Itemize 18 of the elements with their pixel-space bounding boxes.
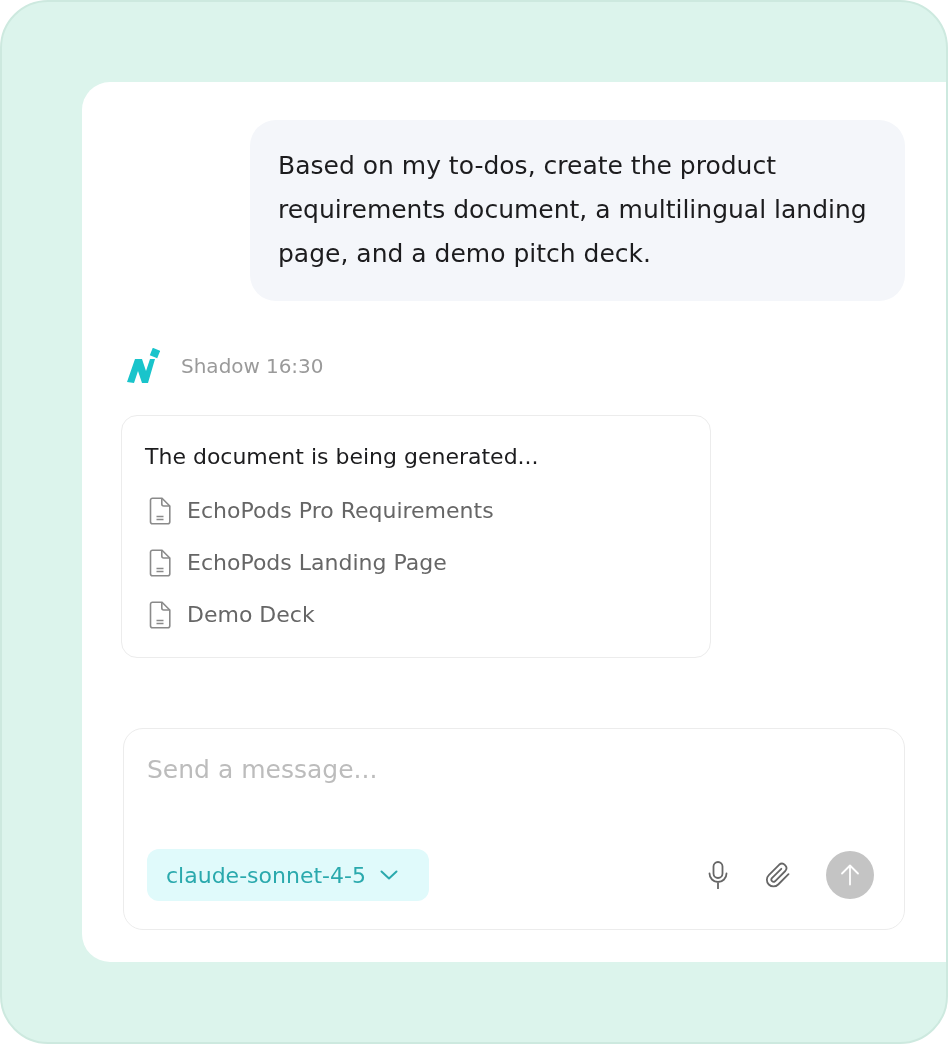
document-item[interactable]: Demo Deck	[145, 600, 315, 630]
document-icon	[149, 497, 171, 525]
message-input[interactable]: Send a message...	[147, 754, 874, 794]
attach-button[interactable]	[764, 861, 792, 889]
user-message: Based on my to-dos, create the product requirements document, a multilingual landing page, and a demo pitch deck.	[250, 120, 905, 301]
sender-name: Shadow	[181, 354, 260, 378]
paperclip-icon	[764, 861, 792, 889]
message-time: 16:30	[265, 354, 324, 378]
status-text: The document is being generated...	[145, 443, 540, 471]
microphone-button[interactable]	[708, 861, 728, 889]
caret-icon	[379, 870, 398, 880]
document-item[interactable]: EchoPods Pro Requirements	[145, 496, 494, 526]
logo-icon	[127, 348, 160, 384]
document-icon	[149, 549, 171, 577]
microphone-icon	[708, 861, 728, 889]
document-item[interactable]: EchoPods Landing Page	[145, 548, 447, 578]
arrow-up-icon	[840, 864, 860, 886]
document-icon	[149, 601, 171, 629]
